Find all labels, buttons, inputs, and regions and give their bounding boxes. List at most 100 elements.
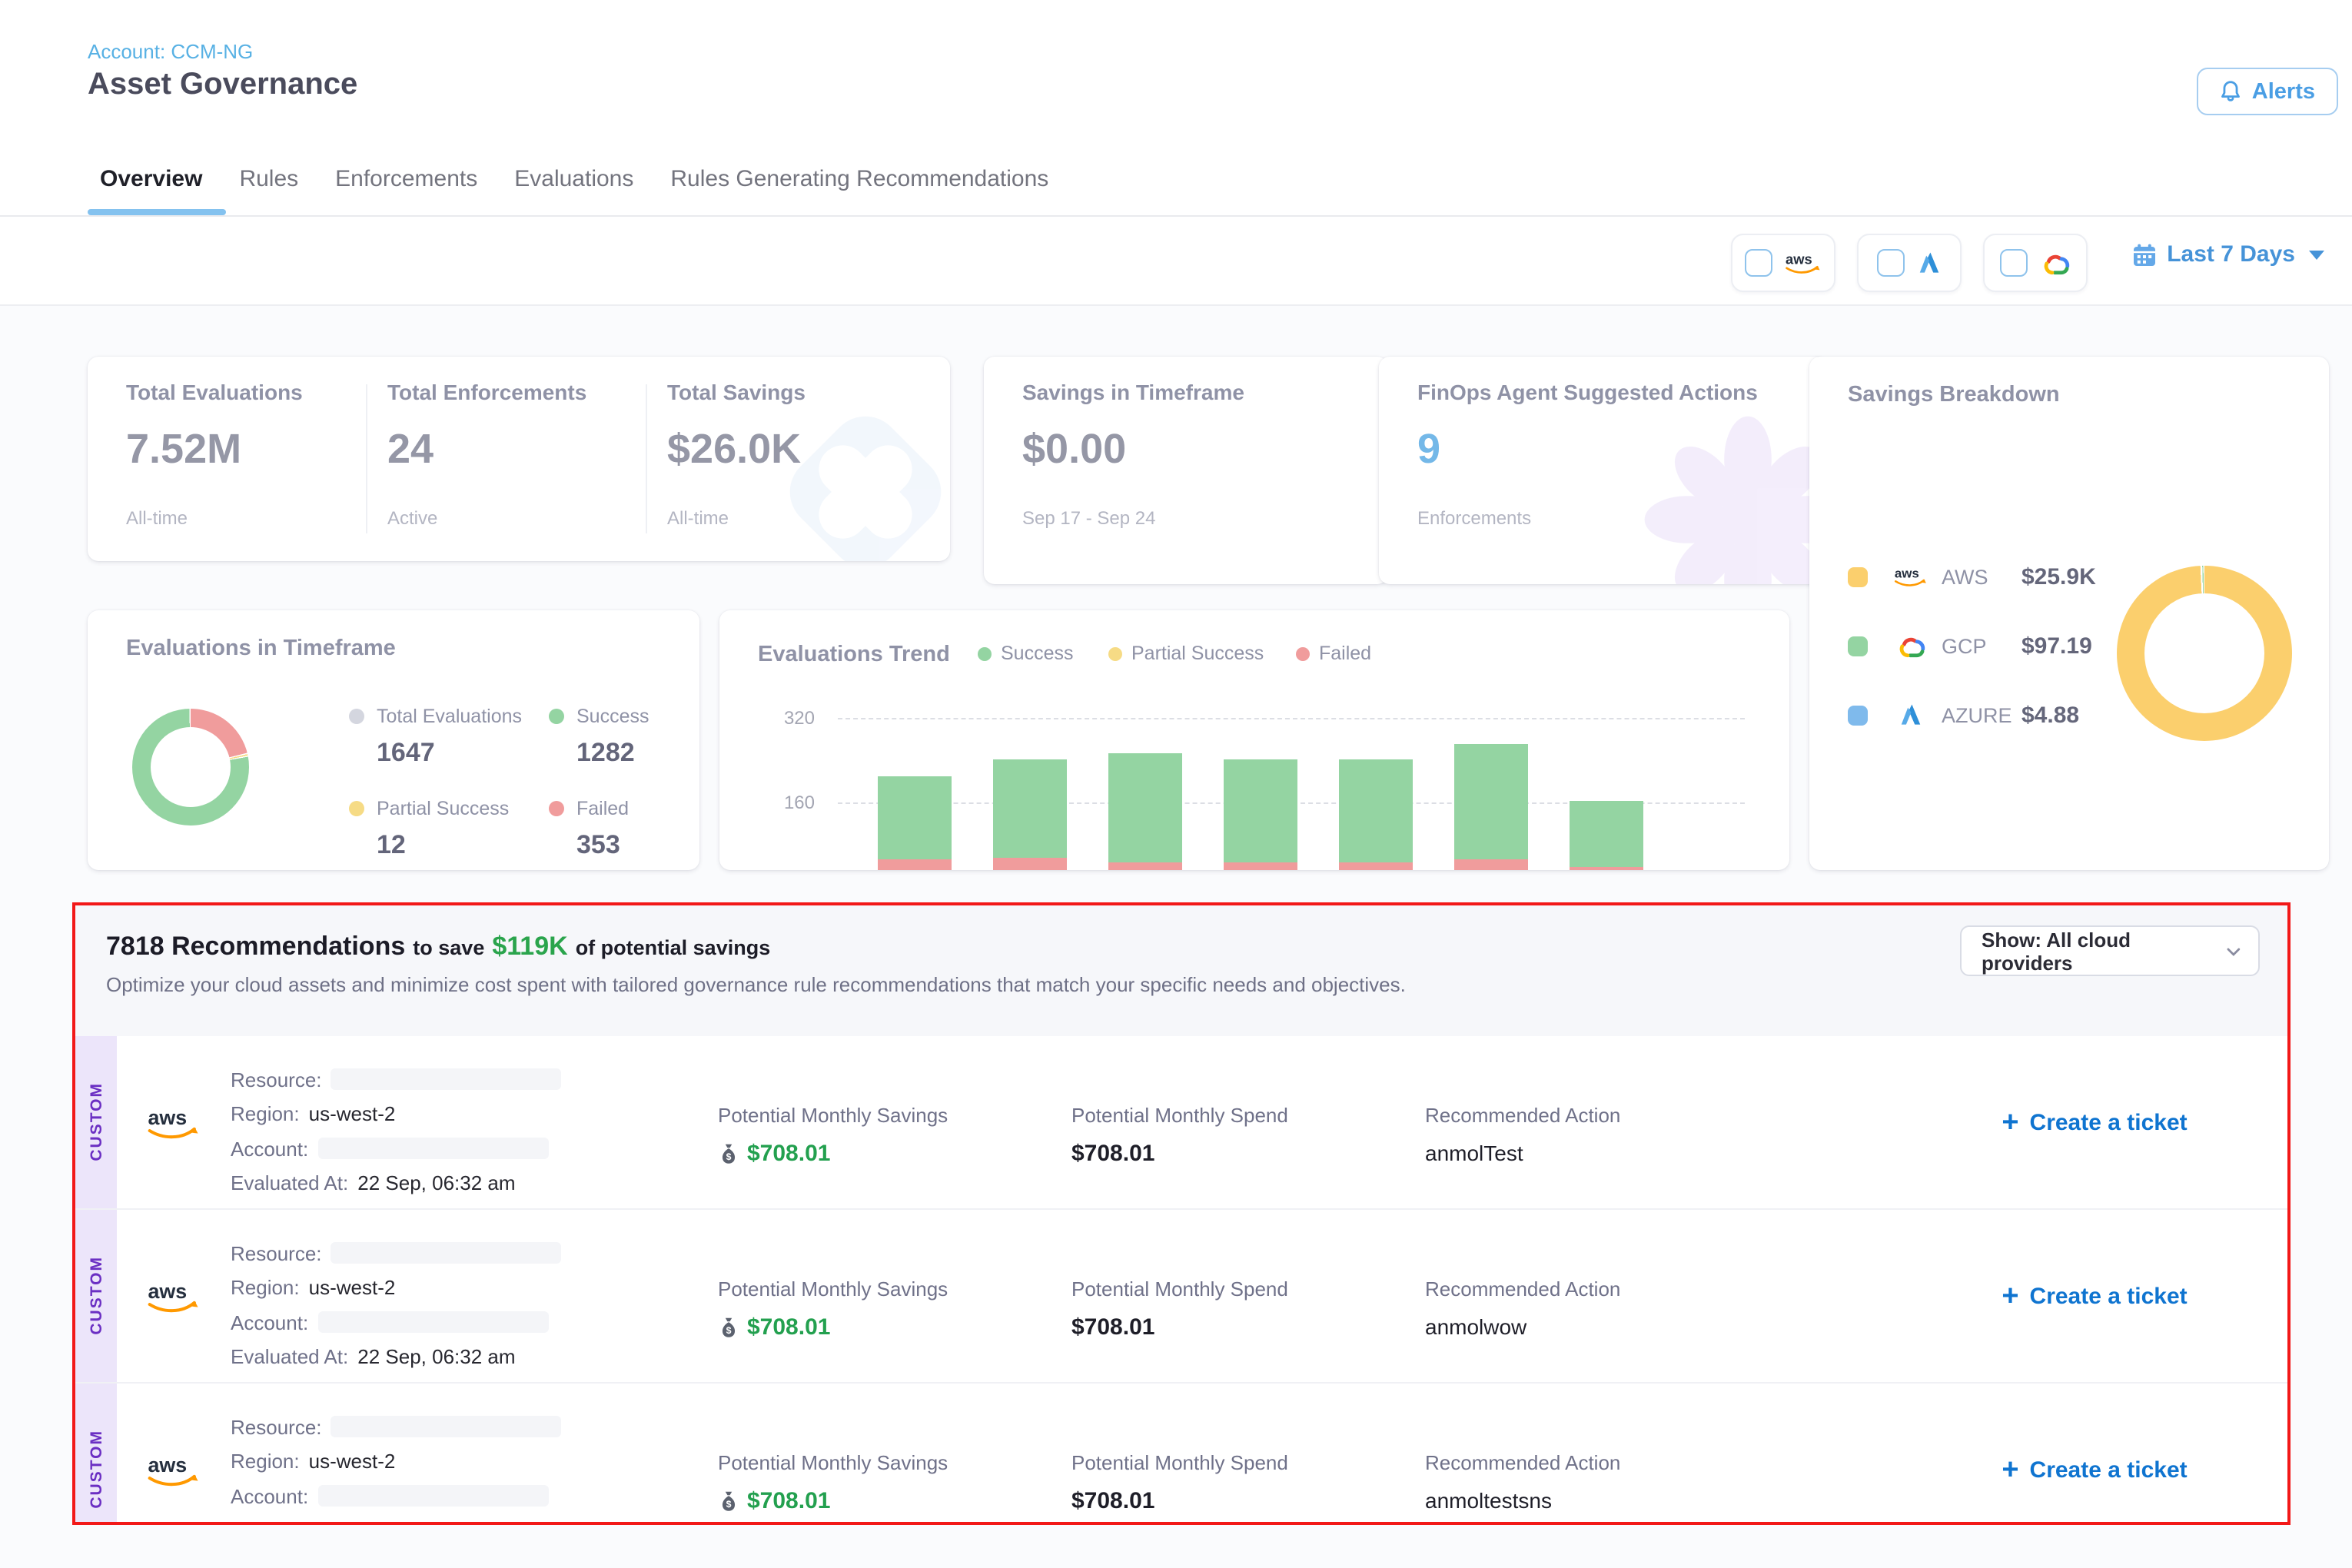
tab-enforcements[interactable]: Enforcements: [335, 166, 477, 192]
aws-checkbox[interactable]: [1744, 249, 1772, 277]
azure-checkbox[interactable]: [1876, 249, 1904, 277]
legend-label: Partial Success: [377, 798, 509, 819]
custom-tag: CUSTOM: [75, 1210, 117, 1382]
legend-item-total: Total Evaluations 1647: [377, 706, 522, 769]
evaluations-donut-chart: [132, 709, 249, 826]
stat-title: Total Evaluations: [126, 380, 303, 404]
recommended-action: Recommended Action anmolTest: [1425, 1036, 1902, 1208]
recommendations-header: 7818 Recommendations to save $119K of po…: [75, 905, 2287, 1036]
stat-caption: Sep 17 - Sep 24: [1022, 507, 1388, 529]
legend-item-partial: Partial Success: [1108, 643, 1264, 664]
annotation-rectangle recommendations-section: 7818 Recommendations to save $119K of po…: [72, 902, 2291, 1525]
alerts-button[interactable]: Alerts: [2197, 68, 2338, 115]
failed-dot: [1296, 646, 1310, 660]
azure-icon: [1915, 249, 1942, 277]
azure-color-chip: [1848, 705, 1868, 725]
recommendation-row: CUSTOM aws Resource: Region:us-west-2 Ac…: [75, 1384, 2287, 1525]
alerts-label: Alerts: [2252, 79, 2315, 104]
redacted-resource-value: [331, 1417, 562, 1438]
svg-text:aws: aws: [148, 1279, 187, 1302]
savings-breakdown-card: Savings Breakdown aws AWS $25.9K GCP $97…: [1809, 357, 2329, 870]
create-ticket-button[interactable]: + Create a ticket: [1902, 1036, 2287, 1208]
stat-value: $0.00: [1022, 426, 1388, 473]
tab-rules-generating-recommendations[interactable]: Rules Generating Recommendations: [670, 166, 1048, 192]
filter-bar: aws Last 7 Days: [0, 217, 2352, 306]
gcp-icon: [1891, 633, 1931, 659]
stat-title: FinOps Agent Suggested Actions: [1417, 380, 1828, 404]
savings-timeframe-card: Savings in Timeframe $0.00 Sep 17 - Sep …: [984, 357, 1388, 584]
potential-monthly-savings: Potential Monthly Savings $$708.01: [718, 1210, 1071, 1382]
legend-item-success: Success: [978, 643, 1074, 664]
active-tab-underline: [88, 209, 226, 215]
plus-icon: +: [2002, 1281, 2018, 1311]
success-dot: [549, 709, 564, 724]
legend-item-success: Success 1282: [576, 706, 649, 769]
legend-item-aws: aws AWS $25.9K: [1848, 553, 2096, 600]
card-title: Savings Breakdown: [1848, 383, 2060, 407]
recommended-action: Recommended Action anmolwow: [1425, 1210, 1902, 1382]
recommendations-title: 7818 Recommendations to save $119K of po…: [106, 932, 770, 962]
legend-item-failed: Failed: [1296, 643, 1371, 664]
redacted-account-value: [317, 1486, 548, 1507]
aws-logo-icon: aws: [117, 1210, 231, 1382]
svg-text:aws: aws: [148, 1105, 187, 1128]
stat-caption: Active: [387, 507, 586, 529]
stat-caption: All-time: [667, 507, 806, 529]
cloud-provider-filter-dropdown[interactable]: Show: All cloud providers: [1960, 925, 2260, 976]
y-tick: 320: [762, 707, 815, 729]
resource-details: Resource: Region:us-west-2 Account: Eval…: [231, 1210, 718, 1382]
tab-evaluations[interactable]: Evaluations: [514, 166, 633, 192]
money-bag-icon: $: [718, 1490, 739, 1513]
legend-item-partial: Partial Success 12: [377, 798, 509, 861]
date-range-label: Last 7 Days: [2167, 241, 2295, 267]
card-title: Evaluations in Timeframe: [126, 636, 396, 661]
content-area: Total Evaluations 7.52M All-time Total E…: [0, 306, 2352, 1568]
legend-label: AWS: [1942, 565, 2021, 588]
summary-card: Total Evaluations 7.52M All-time Total E…: [88, 357, 950, 561]
savings-value: $708.01: [747, 1314, 830, 1340]
create-ticket-button[interactable]: + Create a ticket: [1902, 1384, 2287, 1525]
chevron-down-icon: [2224, 942, 2243, 960]
action-value: anmoltestsns: [1425, 1488, 1902, 1513]
legend-value: 1647: [377, 738, 522, 769]
success-dot: [978, 646, 992, 660]
create-ticket-button[interactable]: + Create a ticket: [1902, 1210, 2287, 1382]
potential-monthly-savings: Potential Monthly Savings $$708.01: [718, 1036, 1071, 1208]
legend-item-failed: Failed 353: [576, 798, 629, 861]
stat-title: Total Enforcements: [387, 380, 586, 404]
gcp-checkbox[interactable]: [1999, 249, 2027, 277]
evaluated-at-value: 22 Sep, 06:32 am: [357, 1172, 515, 1195]
breadcrumb[interactable]: Account: CCM-NG: [88, 40, 253, 63]
stat-value: $26.0K: [667, 426, 806, 473]
filter-azure[interactable]: [1857, 234, 1962, 292]
plus-icon: +: [2002, 1455, 2018, 1484]
tab-overview[interactable]: Overview: [100, 166, 202, 192]
divider: [366, 384, 367, 533]
aws-logo-icon: aws: [117, 1384, 231, 1525]
svg-text:aws: aws: [1785, 251, 1812, 267]
gcp-color-chip: [1848, 636, 1868, 656]
evaluations-timeframe-card: Evaluations in Timeframe Total Evaluatio…: [88, 610, 699, 870]
recommendation-row: CUSTOM aws Resource: Region:us-west-2 Ac…: [75, 1210, 2287, 1384]
custom-tag: CUSTOM: [75, 1384, 117, 1525]
legend-label: Success: [576, 706, 649, 727]
filter-aws[interactable]: aws: [1731, 234, 1835, 292]
legend-value: $4.88: [2021, 702, 2079, 728]
aws-logo-icon: aws: [117, 1036, 231, 1208]
recommendation-row: CUSTOM aws Resource: Region:us-west-2 Ac…: [75, 1036, 2287, 1210]
region-value: us-west-2: [309, 1277, 396, 1300]
legend-value: 12: [377, 830, 509, 861]
total-dot: [349, 709, 364, 724]
legend-value: $97.19: [2021, 633, 2092, 659]
filter-gcp[interactable]: [1983, 234, 2088, 292]
chevron-down-icon: [2309, 250, 2324, 259]
spend-value: $708.01: [1071, 1141, 1425, 1167]
legend-item-gcp: GCP $97.19: [1848, 623, 2096, 669]
stat-title: Total Savings: [667, 380, 806, 404]
stat-value: 7.52M: [126, 426, 303, 473]
date-range-selector[interactable]: Last 7 Days: [2131, 241, 2324, 267]
tab-rules[interactable]: Rules: [239, 166, 298, 192]
evaluated-at-value: 22 Sep, 06:32 am: [357, 1346, 515, 1369]
action-value: anmolTest: [1425, 1141, 1902, 1165]
stat-caption: All-time: [126, 507, 303, 529]
